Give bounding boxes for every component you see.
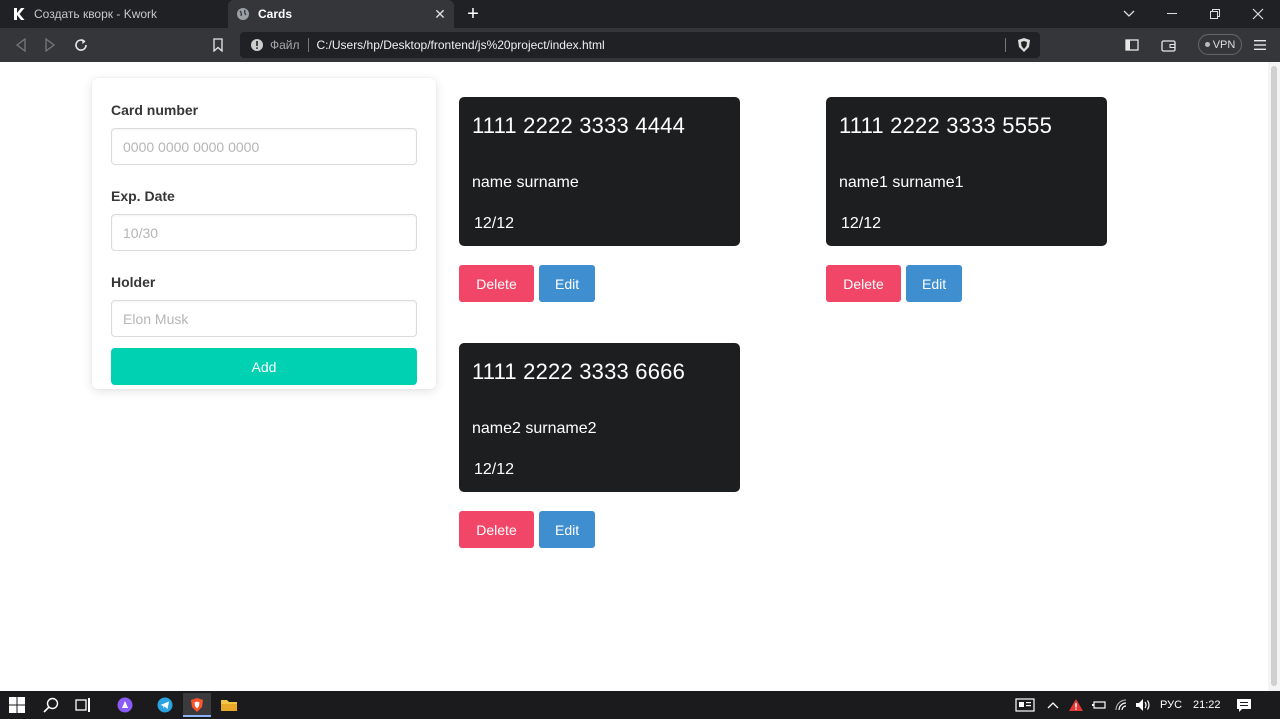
wifi-icon[interactable] [1112,695,1132,715]
card-item: 1111 2222 3333 6666 name2 surname2 12/12… [459,343,749,548]
warning-icon[interactable] [1066,695,1086,715]
edit-button[interactable]: Edit [539,265,595,302]
card-actions: Delete Edit [459,511,749,548]
kwork-logo-icon [12,7,26,21]
card-item: 1111 2222 3333 4444 name surname 12/12 D… [459,97,749,302]
address-divider [1005,38,1006,52]
menu-icon[interactable] [1249,34,1271,56]
browser-toolbar: Файл C:/Users/hp/Desktop/frontend/js%20p… [0,28,1280,62]
address-url[interactable]: C:/Users/hp/Desktop/frontend/js%20projec… [317,38,605,52]
card-exp-date: 12/12 [474,215,515,232]
telegram-icon[interactable] [155,695,175,715]
vpn-button[interactable]: VPN [1198,34,1242,55]
tab-title: Cards [258,7,293,21]
new-tab-icon[interactable]: + [462,3,484,25]
back-icon[interactable] [10,34,32,56]
vpn-label: VPN [1212,38,1236,51]
notifications-icon[interactable] [1234,695,1254,715]
search-icon[interactable] [41,695,61,715]
brave-browser-icon[interactable] [187,695,207,715]
scrollbar-thumb[interactable] [1271,66,1277,686]
holder-label: Holder [111,274,156,290]
tab-search-chevron-icon[interactable] [1107,0,1151,28]
delete-button[interactable]: Delete [459,511,534,548]
card-holder: name2 surname2 [472,420,597,437]
chevron-up-icon[interactable] [1043,695,1063,715]
task-view-icon[interactable] [74,695,94,715]
file-explorer-icon[interactable] [219,695,239,715]
language-indicator[interactable]: РУС [1160,691,1182,719]
edit-button[interactable]: Edit [906,265,962,302]
card-item: 1111 2222 3333 5555 name1 surname1 12/12… [826,97,1116,302]
browser-tab-strip: Создать кворк - Kwork Cards ✕ + [0,0,1280,28]
tab-kwork[interactable]: Создать кворк - Kwork [0,0,226,28]
restore-icon[interactable] [1193,0,1237,28]
forward-icon[interactable] [39,34,61,56]
delete-button[interactable]: Delete [459,265,534,302]
card-number-label: Card number [111,102,199,118]
close-tab-icon[interactable]: ✕ [430,6,450,23]
vpn-status-dot [1204,42,1210,47]
delete-button[interactable]: Delete [826,265,901,302]
holder-input[interactable] [111,300,417,337]
add-card-form: Card number Exp. Date Holder Add [92,78,436,389]
card-actions: Delete Edit [459,265,749,302]
minimize-icon[interactable] [1150,0,1194,28]
edit-button[interactable]: Edit [539,511,595,548]
card-holder: name1 surname1 [839,174,964,191]
card-exp-date: 12/12 [841,215,882,232]
battery-icon[interactable] [1089,695,1109,715]
address-bar[interactable]: Файл C:/Users/hp/Desktop/frontend/js%20p… [240,32,1040,58]
address-scheme: Файл [270,38,300,52]
card-number: 1111 2222 3333 6666 [472,359,686,384]
clock-time[interactable]: 21:22 [1193,691,1221,719]
credit-card: 1111 2222 3333 5555 name1 surname1 12/12 [826,97,1107,246]
wallet-icon[interactable] [1158,34,1180,56]
brave-shield-icon[interactable] [1016,37,1032,53]
credit-card: 1111 2222 3333 4444 name surname 12/12 [459,97,740,246]
credit-card: 1111 2222 3333 6666 name2 surname2 12/12 [459,343,740,492]
site-info-icon[interactable] [250,38,264,52]
address-divider [307,38,309,52]
reload-icon[interactable] [70,34,92,56]
tab-title: Создать кворк - Kwork [34,7,158,21]
card-number: 1111 2222 3333 5555 [839,113,1053,138]
card-exp-date: 12/12 [474,461,515,478]
volume-icon[interactable] [1134,695,1154,715]
sidebar-icon[interactable] [1121,34,1143,56]
news-widget-icon[interactable] [1014,695,1036,715]
tab-cards[interactable]: Cards ✕ [228,0,454,28]
exp-date-label: Exp. Date [111,188,175,204]
exp-date-input[interactable] [111,214,417,251]
page-content: Card number Exp. Date Holder Add 1111 22… [0,62,1280,691]
card-number-input[interactable] [111,128,417,165]
windows-taskbar: РУС 21:22 [0,691,1280,719]
card-number: 1111 2222 3333 4444 [472,113,686,138]
close-window-icon[interactable] [1236,0,1280,28]
windows-start-icon[interactable] [7,695,27,715]
add-button[interactable]: Add [111,348,417,385]
card-holder: name surname [472,174,579,191]
globe-icon [236,7,250,21]
alice-assistant-icon[interactable] [115,695,135,715]
card-actions: Delete Edit [826,265,1116,302]
bookmark-icon[interactable] [207,34,229,56]
page-scrollbar[interactable] [1268,62,1280,691]
